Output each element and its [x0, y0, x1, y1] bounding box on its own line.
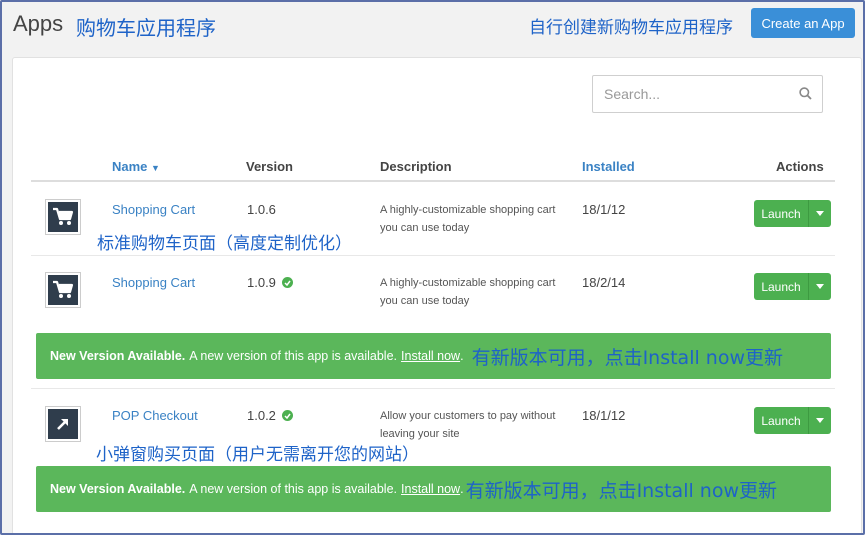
- chevron-down-icon[interactable]: [809, 273, 831, 300]
- check-icon: [281, 277, 293, 288]
- column-description-header: Description: [380, 159, 452, 174]
- row-annotation: 标准购物车页面（高度定制优化）: [97, 234, 352, 254]
- app-version: 1.0.6: [247, 202, 276, 217]
- app-description: A highly-customizable shopping cart you …: [380, 277, 556, 307]
- chevron-down-icon[interactable]: [809, 407, 831, 434]
- search-box: [592, 75, 823, 113]
- column-actions-header: Actions: [776, 159, 824, 174]
- sort-caret-icon: ▼: [151, 163, 160, 173]
- banner-text: A new version of this app is available.: [189, 482, 398, 496]
- create-app-button[interactable]: Create an App: [751, 8, 855, 38]
- app-version-cell: 1.0.9: [247, 275, 293, 290]
- row-divider: [31, 255, 835, 256]
- app-installed-date: 18/2/14: [582, 275, 626, 290]
- row-divider: [31, 388, 835, 389]
- banner-text: A new version of this app is available.: [189, 349, 398, 363]
- app-version-cell: 1.0.2: [247, 408, 293, 423]
- banner-period: .: [460, 349, 464, 363]
- app-installed-date: 18/1/12: [582, 408, 626, 423]
- check-icon: [281, 410, 293, 421]
- page-title: Apps: [13, 11, 64, 36]
- search-input[interactable]: [593, 76, 783, 112]
- launch-button-group: Launch: [754, 273, 831, 300]
- app-name-link[interactable]: Shopping Cart: [112, 202, 195, 217]
- column-name-label: Name: [112, 159, 148, 174]
- create-annotation: 自行创建新购物车应用程序: [529, 18, 733, 38]
- search-icon[interactable]: [799, 87, 812, 105]
- update-banner: New Version Available. A new version of …: [36, 333, 831, 379]
- column-name-header[interactable]: Name ▼: [112, 159, 160, 174]
- chevron-down-icon[interactable]: [809, 200, 831, 227]
- launch-button[interactable]: Launch: [754, 273, 809, 300]
- launch-button-group: Launch: [754, 200, 831, 227]
- update-banner: New Version Available. A new version of …: [36, 466, 831, 512]
- app-name-link[interactable]: POP Checkout: [112, 408, 198, 423]
- app-version: 1.0.9: [247, 275, 276, 290]
- cart-icon: [46, 273, 80, 307]
- install-now-link[interactable]: Install now: [401, 482, 460, 496]
- install-now-link[interactable]: Install now: [401, 349, 460, 363]
- column-version-header: Version: [246, 159, 293, 174]
- column-installed-header[interactable]: Installed: [582, 159, 635, 174]
- app-installed-date: 18/1/12: [582, 202, 626, 217]
- banner-annotation: 有新版本可用，点击Install now更新: [471, 346, 784, 369]
- header-divider: [31, 180, 835, 182]
- title-annotation: 购物车应用程序: [76, 16, 216, 40]
- app-description: Allow your customers to pay without leav…: [380, 410, 556, 440]
- banner-period: .: [460, 482, 464, 496]
- external-arrow-icon: [46, 407, 80, 441]
- launch-button-group: Launch: [754, 407, 831, 434]
- banner-heading: New Version Available.: [50, 349, 186, 363]
- app-version: 1.0.2: [247, 408, 276, 423]
- banner-heading: New Version Available.: [50, 482, 186, 496]
- launch-button[interactable]: Launch: [754, 407, 809, 434]
- app-name-link[interactable]: Shopping Cart: [112, 275, 195, 290]
- launch-button[interactable]: Launch: [754, 200, 809, 227]
- cart-icon: [46, 200, 80, 234]
- app-description: A highly-customizable shopping cart you …: [380, 204, 556, 234]
- row-annotation: 小弹窗购买页面（用户无需离开您的网站）: [96, 445, 419, 465]
- banner-annotation: 有新版本可用，点击Install now更新: [465, 479, 778, 502]
